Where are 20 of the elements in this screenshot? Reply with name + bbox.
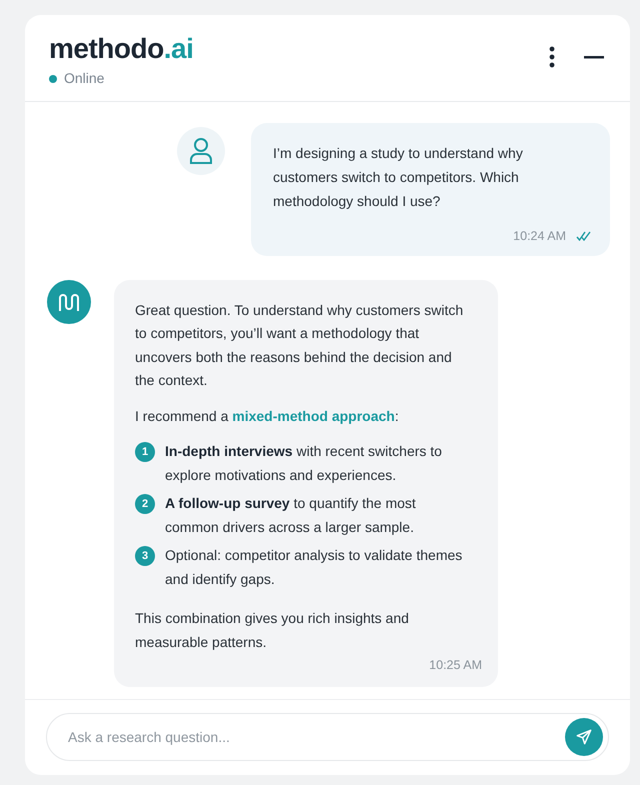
more-icon [549,46,555,68]
bot-avatar [47,280,91,324]
status-label: Online [64,69,104,88]
message-text: Great question. To understand why customers switch to competitors, you’ll want a methodology that uncovers both the reasons behind the decision and the context. [135,300,464,390]
message-time: 10:24 AM [513,228,566,245]
step-text: Optional: competitor analysis to validate themes and identify gaps. [165,546,464,589]
message-input-field[interactable]: Ask a research question... [46,713,609,761]
brand-logo: methodo.ai [49,33,194,65]
step-number-badge: 3 [135,546,155,566]
minimize-icon [584,56,604,58]
step-number-badge: 1 [135,442,155,462]
message-text: I’m designing a study to understand why customers switch to competitors. Which methodology should I use? [273,144,524,211]
user-avatar [177,127,225,175]
step-text: In-depth interviews with recent switchers to explore motivations and experiences. [165,442,443,485]
message-text: This combination gives you rich insights and measurable patterns. [135,609,410,652]
step-number-badge: 2 [135,494,155,514]
message-text: I recommend a mixed-method approach: [135,406,400,426]
step-text: A follow-up survey to quantify the most common drivers across a larger sample. [165,494,417,537]
send-icon [576,729,592,745]
message-time: 10:25 AM [429,657,482,674]
